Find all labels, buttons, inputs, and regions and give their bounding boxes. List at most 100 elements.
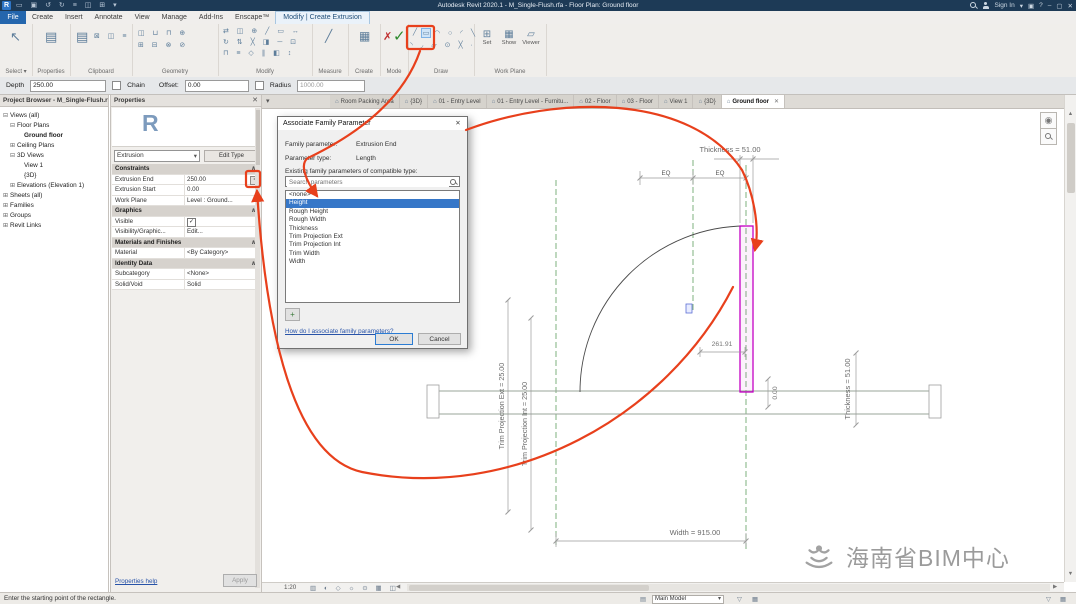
modify-tools-icons-row3[interactable]: ⊓ ≡ ◇ ∥ ◧ ↕ bbox=[223, 49, 294, 57]
show-work-plane-icon[interactable]: ▦ bbox=[498, 29, 520, 40]
group-graphics[interactable]: Graphics∧ bbox=[112, 206, 259, 217]
tree-collapse-icon[interactable]: ⊟ bbox=[10, 151, 17, 161]
parameter-list[interactable]: <none> Height Rough Height Rough Width T… bbox=[285, 190, 460, 303]
search-icon[interactable] bbox=[970, 2, 977, 9]
radius-input[interactable] bbox=[297, 80, 365, 92]
group-constraints[interactable]: Constraints∧ bbox=[112, 164, 259, 175]
row-visible[interactable]: Visible✓ bbox=[112, 217, 259, 228]
row-subcategory[interactable]: Subcategory<None> bbox=[112, 269, 259, 280]
view-scale[interactable]: 1:20 bbox=[284, 584, 296, 591]
tab-modify-create-extrusion[interactable]: Modify | Create Extrusion bbox=[275, 11, 369, 24]
scroll-up-icon[interactable]: ▲ bbox=[1065, 109, 1076, 120]
wall-end-cap-left[interactable] bbox=[427, 385, 439, 418]
close-button[interactable]: ✕ bbox=[1068, 2, 1073, 10]
parameter-search-box[interactable] bbox=[285, 176, 460, 187]
tree-item-floor-plans[interactable]: ⊟Floor Plans bbox=[10, 121, 49, 131]
cancel-edit-mode-icon[interactable]: ✗ bbox=[383, 30, 392, 43]
measure-icon[interactable]: ╱ bbox=[325, 29, 332, 43]
app-store-icon[interactable]: ▣ bbox=[1028, 2, 1034, 10]
tab-insert[interactable]: Insert bbox=[59, 11, 89, 24]
dim-eq-right-text[interactable]: EQ bbox=[716, 170, 725, 177]
parameter-option[interactable]: Rough Width bbox=[286, 216, 459, 224]
offset-input[interactable] bbox=[185, 80, 249, 92]
view-tab-active[interactable]: ⌂Ground floor✕ bbox=[722, 95, 785, 108]
dim-zero[interactable] bbox=[766, 377, 771, 410]
modify-tools-icons-row1[interactable]: ⇄ ◫ ⊕ ╱ ▭ ↔ bbox=[223, 27, 302, 35]
panel-draw-label[interactable]: Draw bbox=[408, 69, 474, 75]
tree-expand-icon[interactable]: ⊞ bbox=[3, 211, 10, 221]
tree-collapse-icon[interactable]: ⊟ bbox=[10, 121, 17, 131]
dim-thickness-top-text[interactable]: Thickness = 51.00 bbox=[699, 145, 760, 154]
zoom-tool-icon[interactable] bbox=[1040, 128, 1057, 145]
dim-thickness-right[interactable] bbox=[854, 351, 859, 428]
project-browser-title[interactable]: Project Browser - M_Single-Flush.rfa bbox=[0, 95, 108, 107]
steering-wheel-icon[interactable]: ◉ bbox=[1040, 112, 1057, 129]
door-swing-arc[interactable] bbox=[580, 226, 746, 392]
chain-checkbox[interactable] bbox=[112, 81, 121, 90]
row-material[interactable]: Material<By Category> bbox=[112, 248, 259, 259]
set-work-plane-button[interactable]: Set bbox=[476, 40, 498, 46]
tree-item-revit-links[interactable]: ⊞Revit Links bbox=[3, 221, 41, 231]
group-materials[interactable]: Materials and Finishes∧ bbox=[112, 238, 259, 249]
cancel-button[interactable]: Cancel bbox=[418, 333, 461, 345]
geometry-tools-icons-row2[interactable]: ⊞ ⊟ ⊗ ⊘ bbox=[138, 41, 188, 49]
draw-rectangle-icon[interactable]: ▭ bbox=[421, 28, 431, 38]
parameter-option[interactable]: Trim Projection Ext bbox=[286, 233, 459, 241]
tree-expand-icon[interactable]: ⊞ bbox=[10, 141, 17, 151]
dim-thickness-right-text[interactable]: Thickness = 51.00 bbox=[843, 358, 852, 419]
minimize-button[interactable]: – bbox=[1048, 2, 1052, 9]
panel-geometry-label[interactable]: Geometry bbox=[132, 69, 218, 75]
dim-eq-left-text[interactable]: EQ bbox=[662, 170, 671, 177]
tree-item-groups[interactable]: ⊞Groups bbox=[3, 211, 31, 221]
row-extrusion-end[interactable]: Extrusion End250.00= bbox=[112, 175, 259, 186]
tree-item-families[interactable]: ⊞Families bbox=[3, 201, 34, 211]
view-tab-overflow-icon[interactable]: ▾ bbox=[266, 97, 270, 105]
tree-expand-icon[interactable]: ⊞ bbox=[3, 191, 10, 201]
dim-eq[interactable] bbox=[638, 171, 749, 185]
maximize-button[interactable]: ▢ bbox=[1056, 2, 1062, 10]
scroll-right-icon[interactable]: ▶ bbox=[1053, 584, 1057, 590]
visible-checkbox[interactable]: ✓ bbox=[187, 218, 196, 227]
dialog-close-icon[interactable]: ✕ bbox=[451, 117, 465, 130]
help-icon[interactable]: ? bbox=[1039, 2, 1043, 9]
tab-annotate[interactable]: Annotate bbox=[89, 11, 129, 24]
paste-icon[interactable]: ▤ bbox=[76, 29, 88, 45]
geometry-tools-icons-row1[interactable]: ◫ ⊔ ⊓ ⊕ bbox=[138, 29, 188, 37]
view-control-icons[interactable]: ▥ ◐ ◇ ☼ ⊙ ▦ ◫ bbox=[310, 584, 399, 592]
view-tab[interactable]: ⌂01 - Entry Level - Furnitu... bbox=[487, 95, 575, 108]
properties-palette-title[interactable]: Properties bbox=[111, 95, 261, 107]
viewer-icon[interactable]: ▱ bbox=[520, 29, 542, 40]
panel-clipboard-label[interactable]: Clipboard bbox=[70, 69, 132, 75]
filter-icon[interactable]: ▽ bbox=[737, 595, 742, 603]
tree-collapse-icon[interactable]: ⊟ bbox=[3, 111, 10, 121]
depth-input[interactable] bbox=[30, 80, 106, 92]
parameter-option[interactable]: <none> bbox=[286, 191, 459, 199]
panel-select-label[interactable]: Select ▾ bbox=[0, 68, 32, 75]
view-tab[interactable]: ⌂03 - Floor bbox=[617, 95, 659, 108]
group-identity-data[interactable]: Identity Data∧ bbox=[112, 259, 259, 270]
tab-view[interactable]: View bbox=[129, 11, 156, 24]
row-extrusion-start[interactable]: Extrusion Start0.00 bbox=[112, 185, 259, 196]
label-tag[interactable] bbox=[686, 304, 692, 313]
panel-mode-label[interactable]: Mode bbox=[380, 69, 408, 75]
row-work-plane[interactable]: Work PlaneLevel : Ground... bbox=[112, 196, 259, 207]
tree-item-elevations[interactable]: ⊞Elevations (Elevation 1) bbox=[10, 181, 84, 191]
panel-measure-label[interactable]: Measure bbox=[312, 69, 348, 75]
dim-trim-int-text[interactable]: Trim Projection Int = 25.00 bbox=[520, 382, 529, 466]
tree-expand-icon[interactable]: ⊞ bbox=[10, 181, 17, 191]
dim-trim-ext[interactable] bbox=[506, 298, 511, 515]
close-palette-icon[interactable]: ✕ bbox=[252, 95, 258, 107]
sign-in-button[interactable]: Sign In bbox=[994, 2, 1014, 9]
search-input[interactable] bbox=[287, 177, 449, 187]
set-work-plane-icon[interactable]: ⊞ bbox=[476, 29, 498, 40]
tree-expand-icon[interactable]: ⊞ bbox=[3, 201, 10, 211]
workset-icon[interactable]: ▤ bbox=[640, 595, 646, 603]
tree-item-ground-floor[interactable]: Ground floor bbox=[24, 131, 63, 141]
view-tab[interactable]: ⌂View 1 bbox=[659, 95, 694, 108]
panel-work-plane-label[interactable]: Work Plane bbox=[474, 69, 546, 75]
draw-line-icon[interactable]: ╱ bbox=[410, 28, 420, 38]
view-tab[interactable]: ⌂02 - Floor bbox=[574, 95, 616, 108]
draw-tools-icons-row2[interactable]: ◝ ◞ ▱ ⊙ ╳ ∙ bbox=[410, 41, 476, 49]
create-group-icon[interactable]: ▦ bbox=[359, 29, 370, 43]
properties-help-link[interactable]: Properties help bbox=[115, 578, 157, 585]
